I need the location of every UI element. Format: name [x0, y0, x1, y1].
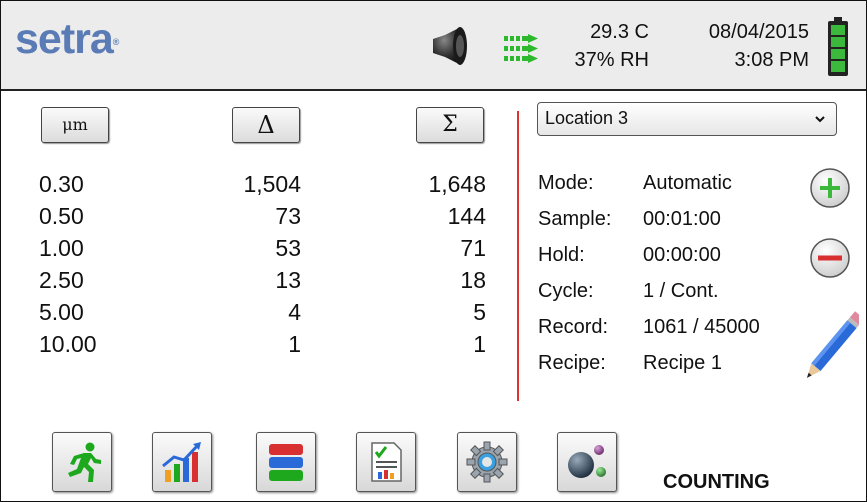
settings-gear-icon [466, 441, 508, 483]
status-text: COUNTING [663, 471, 770, 493]
size-cell: 5.00 [39, 299, 84, 325]
location-value: Location 3 [545, 108, 629, 128]
size-cell: 0.30 [39, 171, 84, 197]
sigma-cell: 18 [460, 267, 486, 293]
delta-cell: 4 [288, 299, 301, 325]
humidity-readout: 37% RH [574, 49, 649, 71]
pencil-icon[interactable] [805, 303, 859, 393]
mode-label: Mode: [538, 172, 594, 194]
delta-cell: 13 [275, 267, 301, 293]
panel-divider [517, 111, 519, 401]
particles-icon [568, 445, 606, 478]
recipe-value: Recipe 1 [643, 352, 722, 374]
run-button[interactable] [52, 432, 112, 492]
delta-column-button[interactable]: Δ [232, 107, 300, 143]
particles-button[interactable] [557, 432, 617, 492]
delta-cell: 53 [275, 235, 301, 261]
sigma-cell: 144 [447, 203, 486, 229]
chevron-down-icon [815, 116, 825, 123]
plus-icon[interactable] [809, 167, 851, 209]
date-readout: 08/04/2015 [708, 21, 809, 43]
hold-label: Hold: [538, 244, 585, 266]
size-cell: 0.50 [39, 203, 84, 229]
sigma-cell: 1,648 [428, 171, 486, 197]
delta-cell: 1 [288, 331, 301, 357]
sample-label: Sample: [538, 208, 612, 230]
recipe-label: Recipe: [538, 352, 606, 374]
size-cell: 10.00 [39, 331, 97, 357]
setra-logo: setra® [15, 15, 120, 64]
delta-cell: 73 [275, 203, 301, 229]
hold-value: 00:00:00 [643, 244, 721, 266]
particle-counter-screen: setra® 29.3 C 37% RH 08/04/2015 3:08 PM … [0, 0, 867, 502]
status-header: setra® 29.3 C 37% RH 08/04/2015 3:08 PM [1, 1, 866, 91]
trend-button[interactable] [152, 432, 212, 492]
data-layers-icon [269, 444, 303, 481]
location-dropdown[interactable]: Location 3 [537, 102, 837, 136]
data-button[interactable] [256, 432, 316, 492]
temperature-readout: 29.3 C [590, 21, 649, 43]
cycle-label: Cycle: [538, 280, 594, 302]
speaker-icon[interactable] [431, 25, 471, 67]
cycle-value: 1 / Cont. [643, 280, 719, 302]
logo-text: setra [15, 15, 114, 63]
delta-cell: 1,504 [243, 171, 301, 197]
battery-icon [828, 17, 848, 76]
sigma-cell: 71 [460, 235, 486, 261]
time-readout: 3:08 PM [734, 49, 809, 71]
size-cell: 2.50 [39, 267, 84, 293]
sigma-cell: 5 [473, 299, 486, 325]
flow-arrows-icon [504, 34, 538, 63]
record-label: Record: [538, 316, 609, 338]
minus-icon[interactable] [809, 237, 851, 279]
report-icon [371, 442, 402, 482]
size-cell: 1.00 [39, 235, 84, 261]
record-value: 1061 / 45000 [643, 316, 760, 338]
trend-chart-icon [162, 442, 201, 482]
logo-registered-mark: ® [112, 37, 120, 47]
sigma-column-button[interactable]: Σ [416, 107, 484, 143]
sigma-cell: 1 [473, 331, 486, 357]
report-button[interactable] [356, 432, 416, 492]
running-man-icon [68, 442, 101, 482]
mode-value: Automatic [643, 172, 732, 194]
settings-button[interactable] [457, 432, 517, 492]
sample-value: 00:01:00 [643, 208, 721, 230]
size-column-button[interactable]: μm [41, 107, 109, 143]
